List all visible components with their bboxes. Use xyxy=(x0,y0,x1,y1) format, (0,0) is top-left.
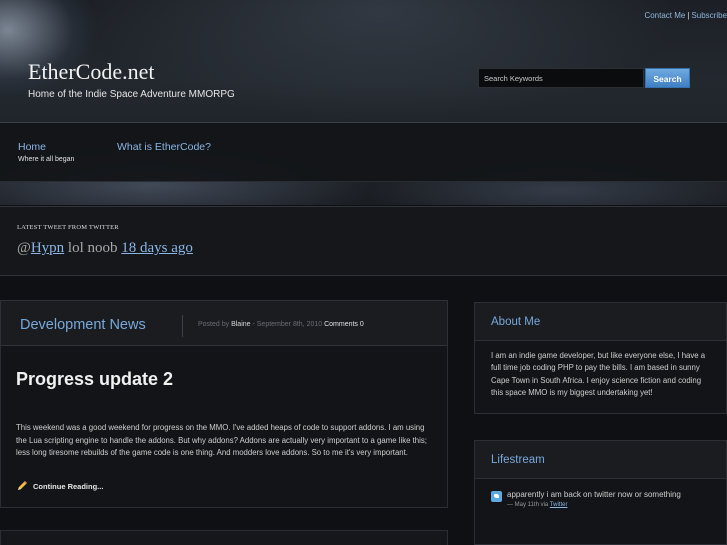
post-title[interactable]: Progress update 2 xyxy=(16,369,173,390)
search-button[interactable]: Search xyxy=(645,68,690,88)
subscribe-link[interactable]: Subscribe xyxy=(691,11,727,20)
category-title[interactable]: Development News xyxy=(20,317,146,333)
about-widget-title: About Me xyxy=(475,303,726,341)
site-tagline: Home of the Indie Space Adventure MMORPG xyxy=(28,89,235,100)
twitter-icon xyxy=(491,491,502,502)
contact-link[interactable]: Contact Me xyxy=(644,11,685,20)
next-post-card xyxy=(0,530,448,545)
latest-tweet-heading: LATEST TWEET FROM TWITTER xyxy=(17,224,119,231)
nav-item-subtitle: Where it all began xyxy=(18,156,75,163)
pencil-icon xyxy=(16,480,28,492)
post-header: Development News Posted by Blaine - Sept… xyxy=(0,300,448,346)
lifestream-item: apparently i am back on twitter now or s… xyxy=(475,479,726,508)
nav-item-home[interactable]: Home Where it all began xyxy=(18,141,74,163)
comments-link[interactable]: Comments 0 xyxy=(324,321,364,328)
lifestream-widget-title: Lifestream xyxy=(475,441,726,479)
latest-tweet-text: @Hypn lol noob 18 days ago xyxy=(17,240,193,257)
post-author[interactable]: Blaine xyxy=(231,321,250,328)
latest-tweet-bar: LATEST TWEET FROM TWITTER @Hypn lol noob… xyxy=(0,206,727,276)
continue-reading-label: Continue Reading... xyxy=(33,481,104,491)
main-navigation: Home Where it all began What is EtherCod… xyxy=(0,122,727,182)
header-divider xyxy=(182,315,183,337)
post-meta: Posted by Blaine - September 8th, 2010 C… xyxy=(198,321,364,328)
tweet-at-sign: @ xyxy=(17,240,31,256)
tweet-time-link[interactable]: 18 days ago xyxy=(121,240,193,256)
lifestream-item-date: — May 11th via xyxy=(507,502,550,508)
tweet-message: lol noob xyxy=(64,240,122,256)
lifestream-item-text: apparently i am back on twitter now or s… xyxy=(507,490,681,499)
lifestream-item-meta: — May 11th via Twitter xyxy=(507,502,681,508)
site-title[interactable]: EtherCode.net xyxy=(28,59,154,85)
nav-item-what-is-ethercode[interactable]: What is EtherCode? xyxy=(117,141,211,153)
about-widget: About Me I am an indie game developer, b… xyxy=(474,302,727,414)
continue-reading-link[interactable]: Continue Reading... xyxy=(16,480,103,492)
post-card: Progress update 2 This weekend was a goo… xyxy=(0,346,448,508)
post-excerpt: This weekend was a good weekend for prog… xyxy=(16,423,427,457)
nav-item-label: Home xyxy=(18,141,47,153)
lifestream-widget: Lifestream apparently i am back on twitt… xyxy=(474,440,727,545)
lifestream-source-link[interactable]: Twitter xyxy=(550,502,568,508)
about-widget-text: I am an indie game developer, but like e… xyxy=(491,351,706,398)
nav-item-label: What is EtherCode? xyxy=(117,141,211,153)
search-input[interactable]: Search Keywords xyxy=(478,68,644,88)
posted-by-label: Posted by xyxy=(198,321,232,328)
top-links: Contact Me | Subscribe xyxy=(644,11,727,20)
tweet-user-link[interactable]: Hypn xyxy=(31,240,64,256)
post-date: - September 8th, 2010 xyxy=(250,321,325,328)
link-separator: | xyxy=(687,11,690,20)
